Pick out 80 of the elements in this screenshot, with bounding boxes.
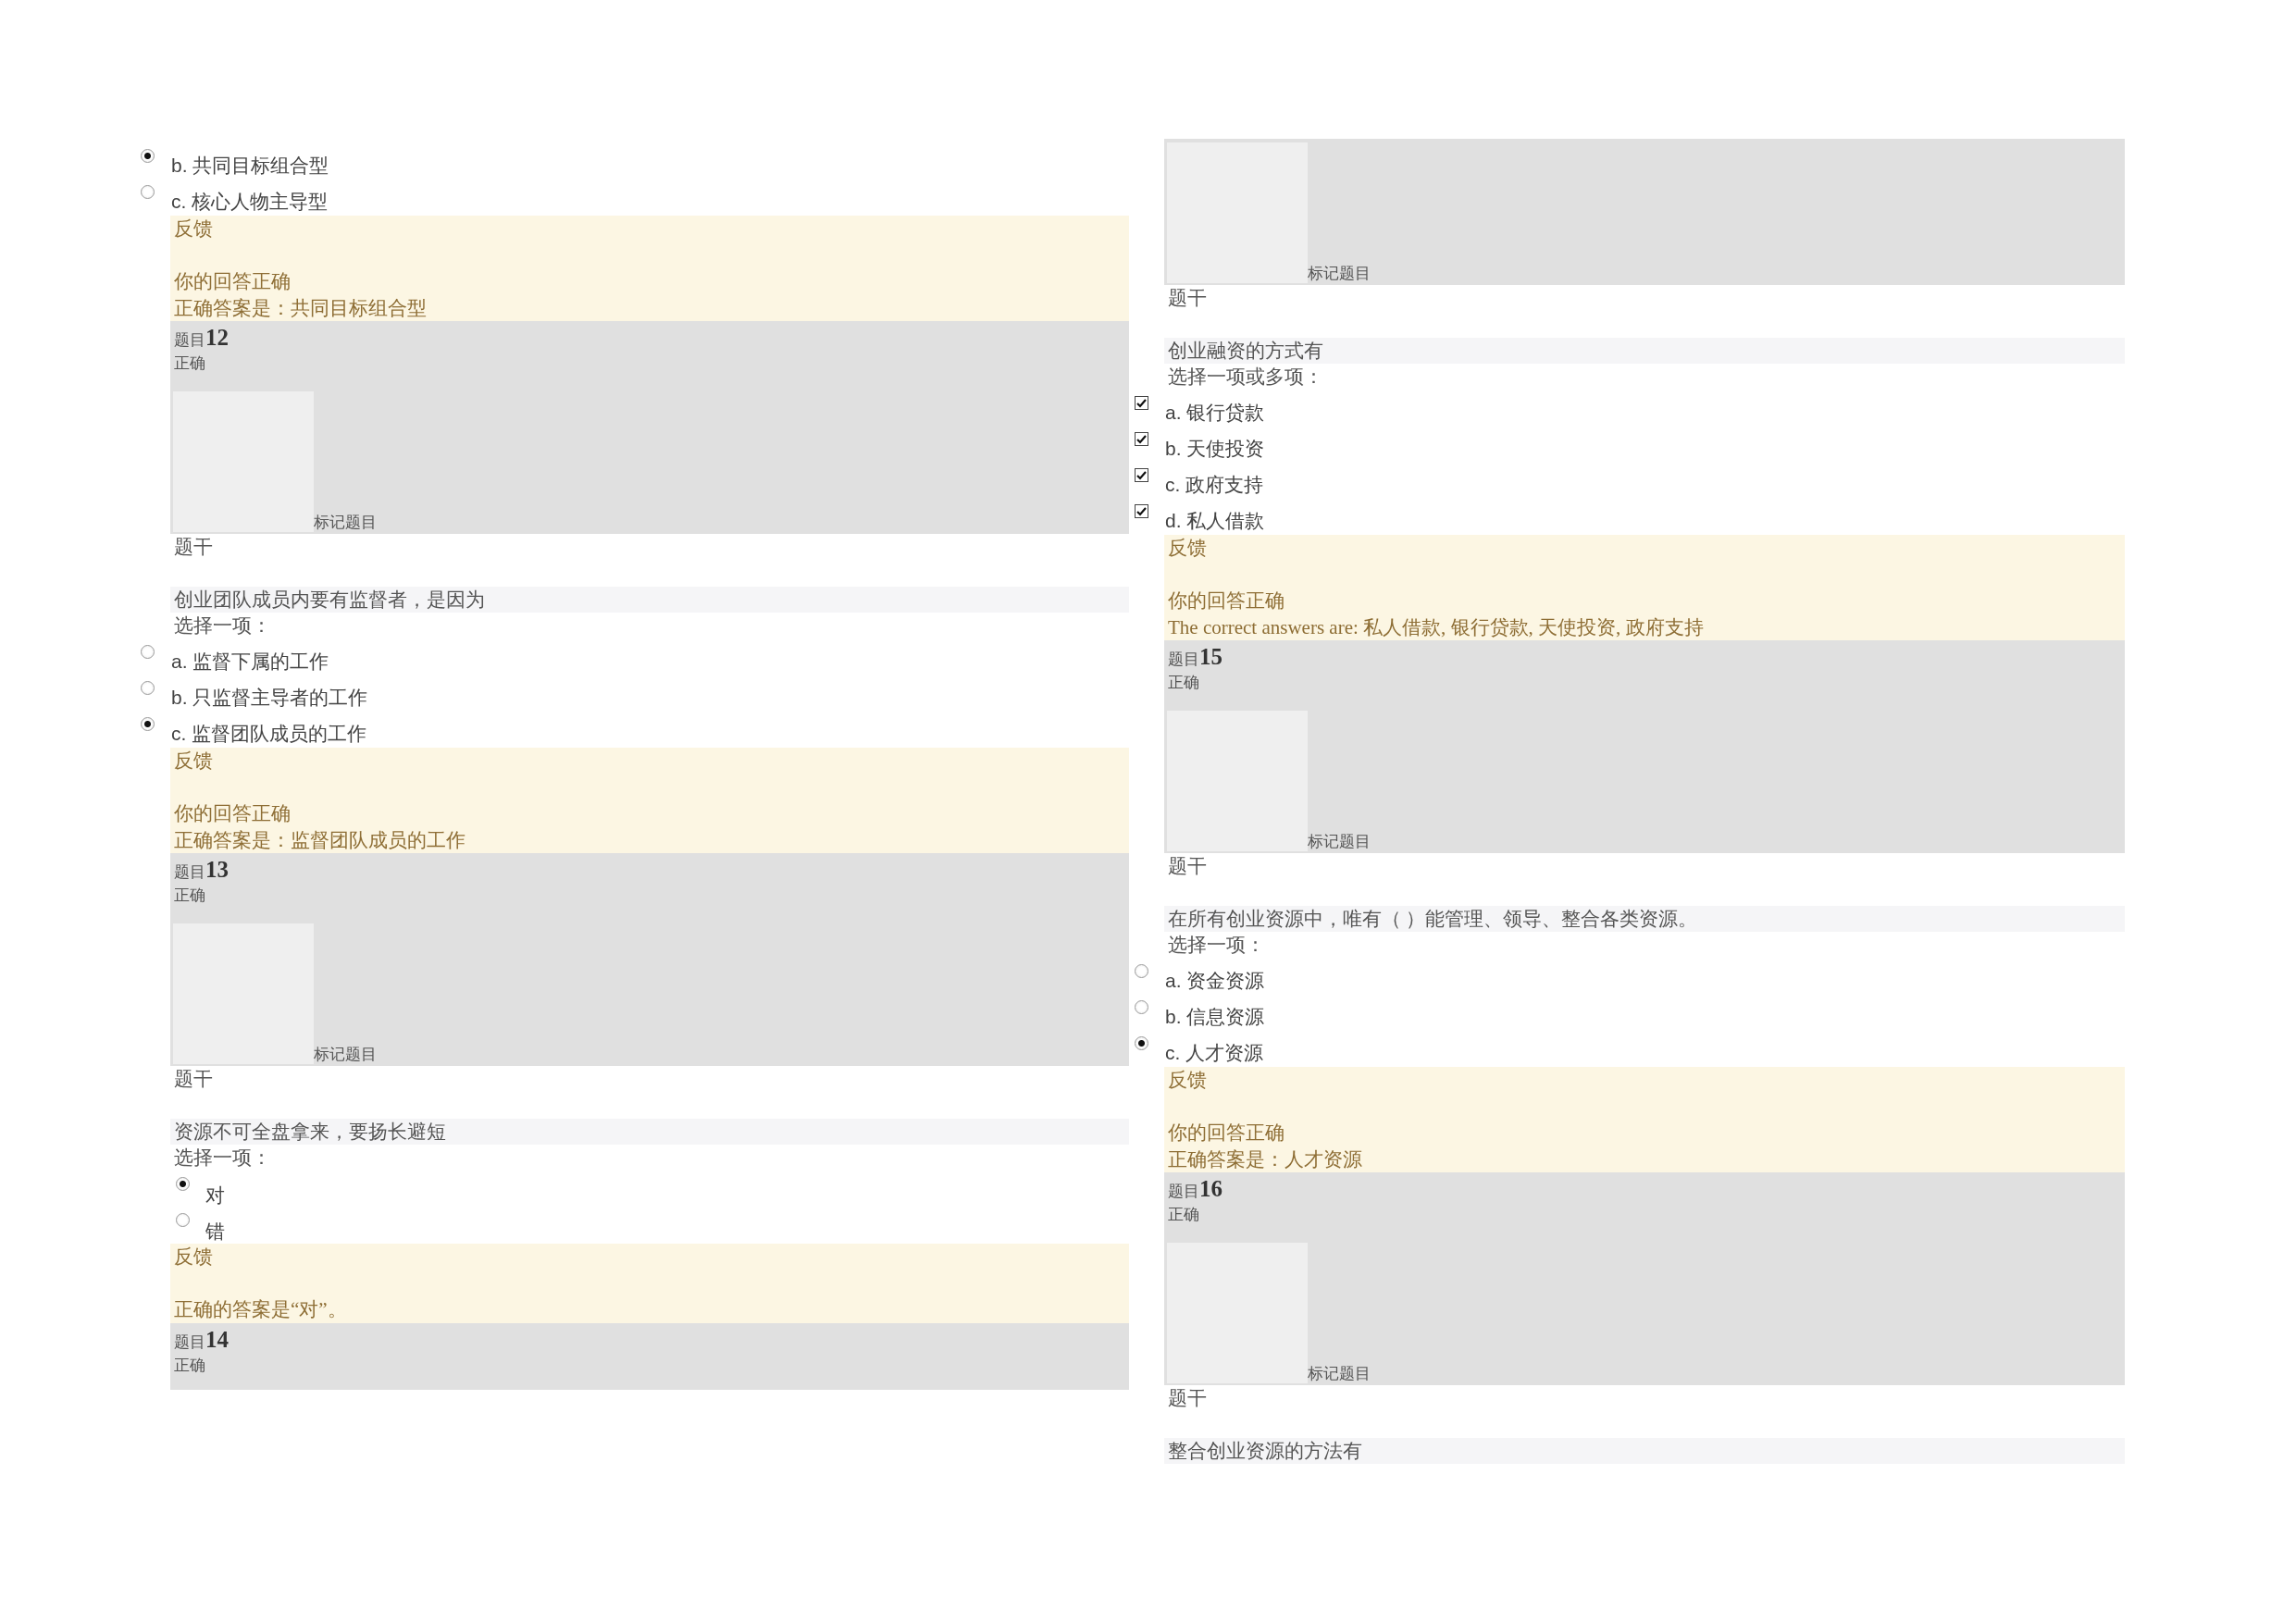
check-icon [1136, 470, 1147, 480]
check-icon [1136, 506, 1147, 516]
flag-link[interactable]: 标记题目 [1308, 1365, 1371, 1383]
feedback-text: 正确答案是：共同目标组合型 [174, 295, 428, 321]
flag-link[interactable]: 标记题目 [1308, 265, 1371, 283]
feedback-text: The correct answers are: 私人借款, 银行贷款, 天使投资, 政府支持 [1168, 614, 1705, 640]
question-prefix: 题目 [174, 862, 205, 883]
feedback-title: 反馈 [174, 749, 214, 774]
radio-button[interactable] [141, 185, 155, 199]
radio-button[interactable] [176, 1177, 190, 1191]
option-label: d. 私人借款 [1165, 509, 1265, 533]
feedback-title: 反馈 [1168, 536, 1208, 561]
feedback-text: 你的回答正确 [174, 269, 292, 294]
option-label: c. 政府支持 [1165, 473, 1264, 497]
feedback-title: 反馈 [174, 1245, 214, 1270]
option-label: b. 只监督主导者的工作 [171, 686, 368, 710]
option-label: c. 监督团队成员的工作 [171, 722, 367, 746]
question-label: 题干 [1167, 286, 1207, 311]
instruction-text: 选择一项或多项： [1167, 365, 1323, 390]
radio-button[interactable] [176, 1213, 190, 1227]
radio-button[interactable] [141, 149, 155, 163]
question-status: 正确 [173, 1355, 206, 1376]
radio-button[interactable] [141, 717, 155, 731]
question-number: 16 [1199, 1176, 1222, 1202]
option-label: c. 核心人物主导型 [171, 190, 329, 214]
instruction-text: 选择一项： [173, 1146, 271, 1171]
radio-button[interactable] [141, 645, 155, 659]
option-label: a. 银行贷款 [1165, 401, 1265, 425]
checkbox[interactable] [1135, 396, 1148, 410]
feedback-text: 你的回答正确 [1168, 1121, 1285, 1146]
radio-button[interactable] [1135, 1000, 1148, 1014]
question-number: 13 [205, 857, 229, 883]
question-label: 题干 [1167, 1386, 1207, 1411]
option-label: b. 共同目标组合型 [171, 154, 329, 178]
flag-link[interactable]: 标记题目 [314, 1046, 377, 1064]
question-number: 14 [205, 1326, 229, 1353]
feedback-text: 正确答案是：监督团队成员的工作 [174, 827, 466, 853]
feedback-title: 反馈 [1168, 1068, 1208, 1093]
question-label: 题干 [173, 1067, 213, 1092]
question-number: 15 [1199, 644, 1222, 670]
radio-button[interactable] [1135, 964, 1148, 978]
question-text: 在所有创业资源中，唯有（ ）能管理、领导、整合各类资源。 [1164, 906, 2125, 932]
checkbox[interactable] [1135, 468, 1148, 482]
checkbox[interactable] [1135, 432, 1148, 446]
option-label: 错 [205, 1220, 225, 1244]
question-text: 创业融资的方式有 [1164, 338, 2125, 364]
flag-link[interactable]: 标记题目 [314, 514, 377, 532]
question-text: 资源不可全盘拿来，要扬长避短 [170, 1119, 1129, 1145]
question-prefix: 题目 [174, 1332, 205, 1353]
feedback-text: 你的回答正确 [1168, 588, 1285, 613]
option-label: a. 资金资源 [1165, 969, 1265, 993]
feedback-text: 正确答案是：人才资源 [1168, 1146, 1363, 1172]
feedback-title: 反馈 [174, 217, 214, 242]
check-icon [1136, 434, 1147, 444]
option-label: c. 人才资源 [1165, 1041, 1264, 1065]
question-status: 正确 [1167, 673, 1200, 693]
instruction-text: 选择一项： [173, 613, 271, 638]
question-text: 创业团队成员内要有监督者，是因为 [170, 587, 1129, 613]
question-prefix: 题目 [1168, 650, 1199, 670]
question-status: 正确 [173, 886, 206, 906]
option-label: 对 [205, 1183, 225, 1208]
flag-link[interactable]: 标记题目 [1308, 833, 1371, 851]
check-icon [1136, 398, 1147, 408]
question-prefix: 题目 [1168, 1182, 1199, 1202]
feedback-text: 你的回答正确 [174, 801, 292, 826]
question-label: 题干 [173, 535, 213, 560]
radio-button[interactable] [1135, 1036, 1148, 1050]
question-status: 正确 [173, 353, 206, 374]
question-label: 题干 [1167, 854, 1207, 879]
option-label: a. 监督下属的工作 [171, 650, 329, 674]
feedback-text: 正确的答案是“对”。 [174, 1297, 348, 1322]
instruction-text: 选择一项： [1167, 933, 1265, 958]
option-label: b. 天使投资 [1165, 437, 1265, 461]
question-status: 正确 [1167, 1205, 1200, 1225]
checkbox[interactable] [1135, 504, 1148, 518]
question-prefix: 题目 [174, 330, 205, 351]
radio-button[interactable] [141, 681, 155, 695]
question-number: 12 [205, 325, 229, 351]
question-text: 整合创业资源的方法有 [1164, 1438, 2125, 1464]
option-label: b. 信息资源 [1165, 1005, 1265, 1029]
